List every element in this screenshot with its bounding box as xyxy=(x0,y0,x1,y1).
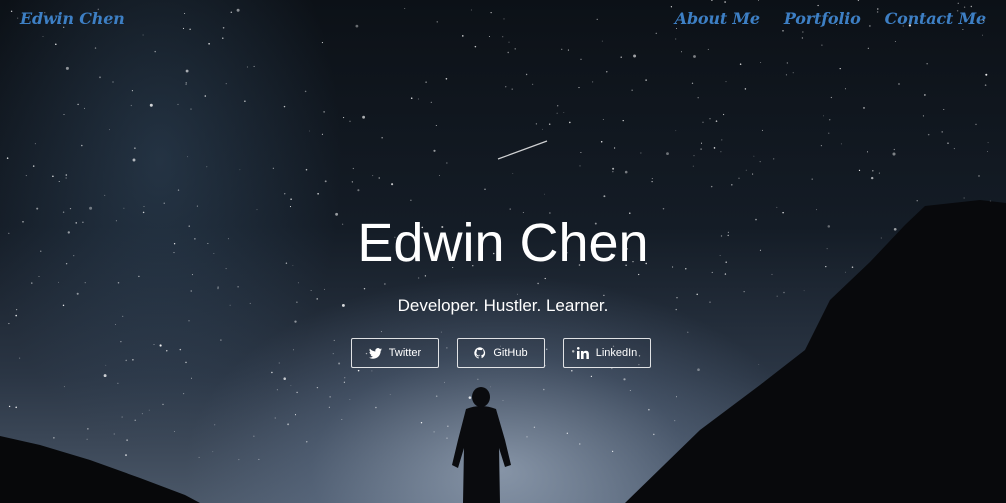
person-silhouette xyxy=(452,387,511,503)
brand-link[interactable]: Edwin Chen xyxy=(20,9,125,28)
linkedin-icon xyxy=(576,347,589,359)
social-buttons: Twitter GitHub LinkedIn xyxy=(351,338,651,368)
top-navigation: Edwin Chen About Me Portfolio Contact Me xyxy=(0,0,1006,40)
twitter-icon xyxy=(368,347,382,359)
hero-title: Edwin Chen xyxy=(357,213,649,273)
linkedin-label: LinkedIn xyxy=(595,347,638,359)
github-label: GitHub xyxy=(493,347,528,359)
shooting-star xyxy=(497,140,548,160)
github-button[interactable]: GitHub xyxy=(457,338,545,368)
linkedin-button[interactable]: LinkedIn xyxy=(563,338,651,368)
nav-link-portfolio[interactable]: Portfolio xyxy=(784,9,861,28)
hero-section: Edwin Chen About Me Portfolio Contact Me… xyxy=(0,0,1006,503)
left-hill xyxy=(0,436,200,503)
nav-link-about-me[interactable]: About Me xyxy=(675,9,760,28)
nav-links: About Me Portfolio Contact Me xyxy=(675,9,986,28)
twitter-label: Twitter xyxy=(388,347,422,359)
twitter-button[interactable]: Twitter xyxy=(351,338,439,368)
github-icon xyxy=(474,347,486,359)
nav-link-contact-me[interactable]: Contact Me xyxy=(885,9,987,28)
hero-tagline: Developer. Hustler. Learner. xyxy=(397,296,609,315)
